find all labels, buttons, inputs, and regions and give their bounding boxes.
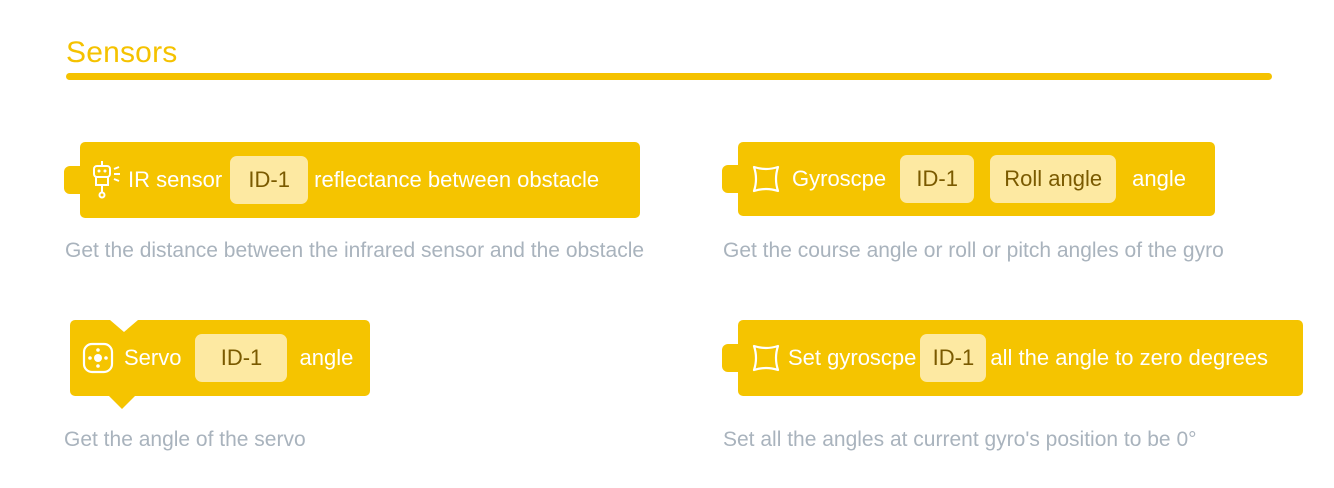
gyroscope-block[interactable]: Gyroscpe ID-1 Roll angle angle [722, 142, 1215, 216]
block-notch [110, 320, 138, 332]
servo-id-field[interactable]: ID-1 [195, 334, 288, 382]
ir-sensor-id-field[interactable]: ID-1 [230, 156, 309, 204]
gyroscope-label: Gyroscpe [792, 166, 887, 191]
gyroscope-reset-block[interactable]: Set gyroscpe ID-1 all the angle to zero … [722, 320, 1303, 396]
section-divider [66, 73, 1272, 80]
block-notch [108, 395, 136, 409]
ir-sensor-suffix: reflectance between obstacle [314, 167, 600, 192]
gyroscope-suffix: angle [1132, 166, 1186, 191]
servo-description: Get the angle of the servo [64, 428, 306, 451]
gyroscope-id-field[interactable]: ID-1 [900, 155, 975, 203]
servo-block[interactable]: Servo ID-1 angle [70, 320, 370, 409]
servo-icon [80, 340, 116, 376]
block-connector-tab [64, 166, 86, 194]
servo-suffix: angle [299, 345, 354, 370]
gyroscope-reset-description: Set all the angles at current gyro's pos… [723, 428, 1197, 451]
robot-ir-icon [90, 158, 124, 202]
ir-sensor-label: IR sensor [128, 167, 223, 192]
gyroscope-icon [748, 161, 784, 197]
ir-sensor-description: Get the distance between the infrared se… [65, 239, 645, 262]
block-connector-tab [722, 344, 744, 372]
gyroscope-reset-suffix: all the angle to zero degrees [990, 345, 1269, 370]
servo-label: Servo [124, 345, 182, 370]
gyroscope-reset-id-field[interactable]: ID-1 [920, 334, 987, 382]
gyroscope-description: Get the course angle or roll or pitch an… [723, 239, 1224, 262]
gyroscope-axis-dropdown[interactable]: Roll angle [990, 155, 1117, 203]
section-title: Sensors [66, 36, 178, 69]
gyroscope-icon [748, 340, 784, 376]
ir-sensor-block[interactable]: IR sensor ID-1 reflectance between obsta… [64, 142, 640, 218]
gyroscope-reset-label: Set gyroscpe [788, 345, 917, 370]
block-connector-tab [722, 165, 744, 193]
